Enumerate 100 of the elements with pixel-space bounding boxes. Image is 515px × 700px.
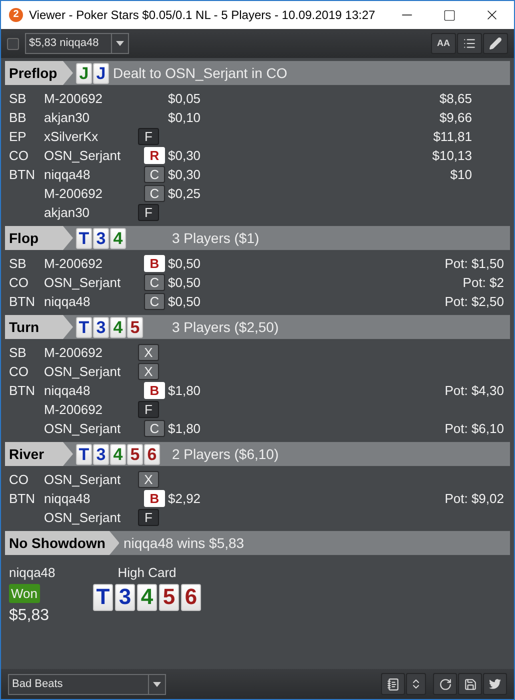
- position-label: BB: [9, 110, 26, 125]
- player-name: niqqa48: [44, 490, 90, 506]
- street-summary: 3 Players ($1): [172, 228, 260, 248]
- street-label: Turn: [5, 315, 73, 339]
- pot-amount: Pot: $2,50: [444, 292, 504, 311]
- player-name: niqqa48: [44, 294, 90, 309]
- list-button[interactable]: [457, 33, 482, 54]
- stack-amount: $8,65: [439, 90, 472, 108]
- filter-dropdown[interactable]: Bad Beats: [8, 674, 166, 694]
- list-icon: [463, 37, 476, 50]
- action-badge: R: [144, 147, 165, 164]
- action-badge: F: [138, 401, 159, 418]
- playing-card: 4: [137, 584, 157, 610]
- bet-amount: $0,50: [168, 294, 201, 309]
- hand-rank: High Card: [118, 564, 176, 582]
- bet-amount: $0,05: [168, 90, 201, 106]
- player-name: M-200692: [44, 256, 103, 271]
- sort-button[interactable]: [406, 673, 426, 695]
- share-button[interactable]: [483, 673, 507, 695]
- stack-amount: $10,13: [432, 146, 472, 165]
- player-name: OSN_Serjant: [44, 472, 121, 487]
- action-badge: B: [144, 490, 165, 507]
- player-name: M-200692: [44, 186, 103, 201]
- action-badge: C: [144, 166, 165, 183]
- street-label: No Showdown: [5, 531, 120, 555]
- street-label: Preflop: [5, 61, 73, 85]
- playing-card: 5: [127, 316, 143, 338]
- player-name: niqqa48: [44, 382, 90, 398]
- caret-icon: [153, 682, 161, 686]
- position-label: BTN: [9, 382, 35, 398]
- bet-amount: $1,80: [168, 382, 201, 398]
- pot-amount: Pot: $9,02: [444, 490, 504, 508]
- playing-card: 3: [93, 316, 109, 338]
- playing-card: 3: [93, 228, 109, 248]
- action-badge: B: [144, 382, 165, 399]
- stack-amount: $9,66: [439, 108, 472, 127]
- street-summary: Dealt to OSN_Serjant in CO: [113, 64, 288, 83]
- position-label: CO: [9, 148, 28, 163]
- refresh-icon: [438, 678, 452, 690]
- playing-card: T: [76, 316, 92, 338]
- player-name: M-200692: [44, 90, 103, 106]
- notes-button[interactable]: [381, 673, 405, 695]
- playing-card: T: [76, 444, 92, 464]
- bet-amount: $1,80: [168, 420, 201, 436]
- player-name: OSN_Serjant: [44, 364, 121, 379]
- position-label: EP: [9, 128, 26, 144]
- checkbox[interactable]: [7, 38, 19, 50]
- maximize-icon[interactable]: [443, 8, 456, 22]
- bet-amount: $0,50: [168, 256, 201, 271]
- caret-icon: [116, 41, 124, 46]
- refresh-button[interactable]: [433, 673, 457, 695]
- playing-card: 5: [159, 584, 179, 610]
- font-size-button[interactable]: AA: [431, 33, 456, 54]
- player-name: OSN_Serjant: [44, 274, 121, 290]
- playing-card: J: [93, 62, 109, 84]
- pot-amount: Pot: $1,50: [444, 254, 504, 273]
- playing-card: 3: [93, 444, 109, 464]
- player-name: niqqa48: [44, 166, 90, 182]
- playing-card: T: [76, 228, 92, 248]
- action-badge: F: [138, 509, 159, 526]
- position-label: SB: [9, 344, 26, 360]
- playing-card: 5: [127, 444, 143, 464]
- playing-card: 6: [181, 584, 201, 610]
- pencil-icon: [489, 37, 502, 50]
- bet-amount: $0,10: [168, 110, 201, 125]
- playing-card: T: [93, 584, 113, 610]
- action-badge: B: [144, 255, 165, 272]
- winner-name: niqqa48: [9, 564, 56, 582]
- hand-dropdown[interactable]: $5,83 niqqa48: [25, 33, 129, 54]
- position-label: SB: [9, 90, 26, 106]
- stack-amount: $10: [450, 166, 472, 184]
- playing-card: 4: [110, 444, 126, 464]
- action-badge: F: [138, 128, 159, 145]
- player-name: OSN_Serjant: [44, 420, 121, 436]
- bet-amount: $0,30: [168, 148, 201, 163]
- up-down-icon: [410, 678, 422, 690]
- street-summary: niqqa48 wins $5,83: [123, 534, 244, 553]
- playing-card: 4: [110, 316, 126, 338]
- action-badge: C: [144, 293, 165, 310]
- action-badge: C: [144, 274, 165, 291]
- bird-icon: [489, 678, 501, 690]
- edit-button[interactable]: [483, 33, 508, 54]
- bet-amount: $0,30: [168, 166, 201, 182]
- pot-amount: Pot: $2: [462, 274, 504, 292]
- save-icon: [464, 678, 476, 690]
- save-button[interactable]: [458, 673, 482, 695]
- player-name: OSN_Serjant: [44, 148, 121, 163]
- position-label: BTN: [9, 294, 35, 309]
- player-name: OSN_Serjant: [44, 510, 121, 525]
- street-summary: 3 Players ($2,50): [172, 318, 279, 337]
- position-label: CO: [9, 364, 28, 379]
- bet-amount: $2,92: [168, 490, 201, 506]
- position-label: BTN: [9, 490, 35, 506]
- won-badge: Won: [9, 584, 40, 603]
- stack-amount: $11,81: [433, 128, 472, 146]
- player-name: M-200692: [44, 344, 103, 360]
- position-label: CO: [9, 274, 28, 290]
- position-label: SB: [9, 256, 26, 271]
- player-name: xSilverKx: [44, 128, 98, 144]
- playing-card: 4: [110, 228, 126, 248]
